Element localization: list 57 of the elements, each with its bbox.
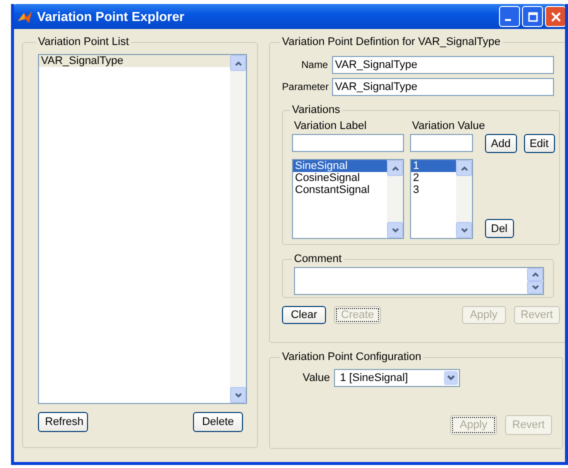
- list-action-button[interactable]: Refresh: [38, 412, 88, 432]
- scroll-down-button[interactable]: [387, 222, 403, 238]
- list-item[interactable]: SineSignal: [293, 160, 387, 172]
- del-button[interactable]: Del: [485, 219, 514, 238]
- text-field[interactable]: VAR_SignalType: [332, 56, 554, 74]
- list-box[interactable]: 1 2 3: [410, 159, 473, 239]
- scroll-up-button[interactable]: [456, 160, 472, 176]
- value-input-field[interactable]: [410, 134, 473, 152]
- chevron-up-icon: [460, 164, 468, 172]
- comment-field[interactable]: [294, 267, 544, 295]
- field-label: Value: [302, 372, 330, 384]
- scroll-up-button[interactable]: [387, 160, 403, 176]
- label-input-field[interactable]: [292, 134, 404, 152]
- list-box[interactable]: VAR_SignalType: [38, 54, 247, 404]
- field-label: Parameter: [282, 82, 328, 92]
- field-label: Name: [300, 60, 328, 70]
- list-item[interactable]: VAR_SignalType: [39, 55, 230, 67]
- group-title: Comment: [293, 253, 343, 265]
- chevron-up-icon: [390, 164, 400, 172]
- list-box[interactable]: SineSignal CosineSignal ConstantSignal: [292, 159, 404, 239]
- window-title: Variation Point Explorer: [37, 9, 186, 24]
- group-title: Variation Point Defintion for VAR_SignalType: [281, 36, 502, 48]
- group-title: Variation Point Configuration: [281, 351, 422, 363]
- form-action-button[interactable]: Clear: [282, 306, 326, 324]
- minimize-button[interactable]: [499, 6, 520, 27]
- list-item[interactable]: 2: [411, 172, 456, 184]
- chevron-down-icon: [460, 226, 468, 234]
- close-button[interactable]: [545, 6, 565, 27]
- dropdown-chevron-icon: [444, 371, 458, 385]
- column-label: Variation Value: [411, 120, 485, 132]
- add-button[interactable]: Add: [485, 134, 517, 153]
- group-title: Variations: [291, 104, 342, 116]
- scroll-down-button[interactable]: [527, 281, 543, 294]
- group-title: Variation Point List: [37, 36, 130, 48]
- text-field[interactable]: VAR_SignalType: [332, 78, 554, 96]
- minimize-icon: [504, 18, 510, 20]
- app-logo-icon: [17, 8, 33, 24]
- scroll-down-button[interactable]: [456, 222, 472, 238]
- chevron-down-icon: [530, 283, 540, 292]
- maximize-icon: [526, 10, 538, 22]
- list-item[interactable]: 1: [411, 160, 456, 172]
- edit-button[interactable]: Edit: [524, 134, 555, 153]
- close-icon: [550, 10, 562, 22]
- list-action-button[interactable]: Delete: [193, 412, 243, 432]
- list-item[interactable]: 3: [411, 184, 456, 196]
- list-item[interactable]: ConstantSignal: [293, 184, 387, 196]
- maximize-button[interactable]: [522, 6, 543, 27]
- value-dropdown[interactable]: 1 [SineSignal]: [334, 369, 460, 387]
- chevron-down-icon: [234, 390, 242, 400]
- chevron-down-icon: [390, 226, 400, 234]
- scroll-down-button[interactable]: [230, 387, 246, 403]
- column-label: Variation Label: [293, 120, 368, 132]
- list-item[interactable]: CosineSignal: [293, 172, 387, 184]
- scroll-up-button[interactable]: [527, 268, 543, 281]
- chevron-up-icon: [530, 270, 540, 279]
- chevron-up-icon: [234, 58, 242, 68]
- scroll-up-button[interactable]: [230, 55, 246, 71]
